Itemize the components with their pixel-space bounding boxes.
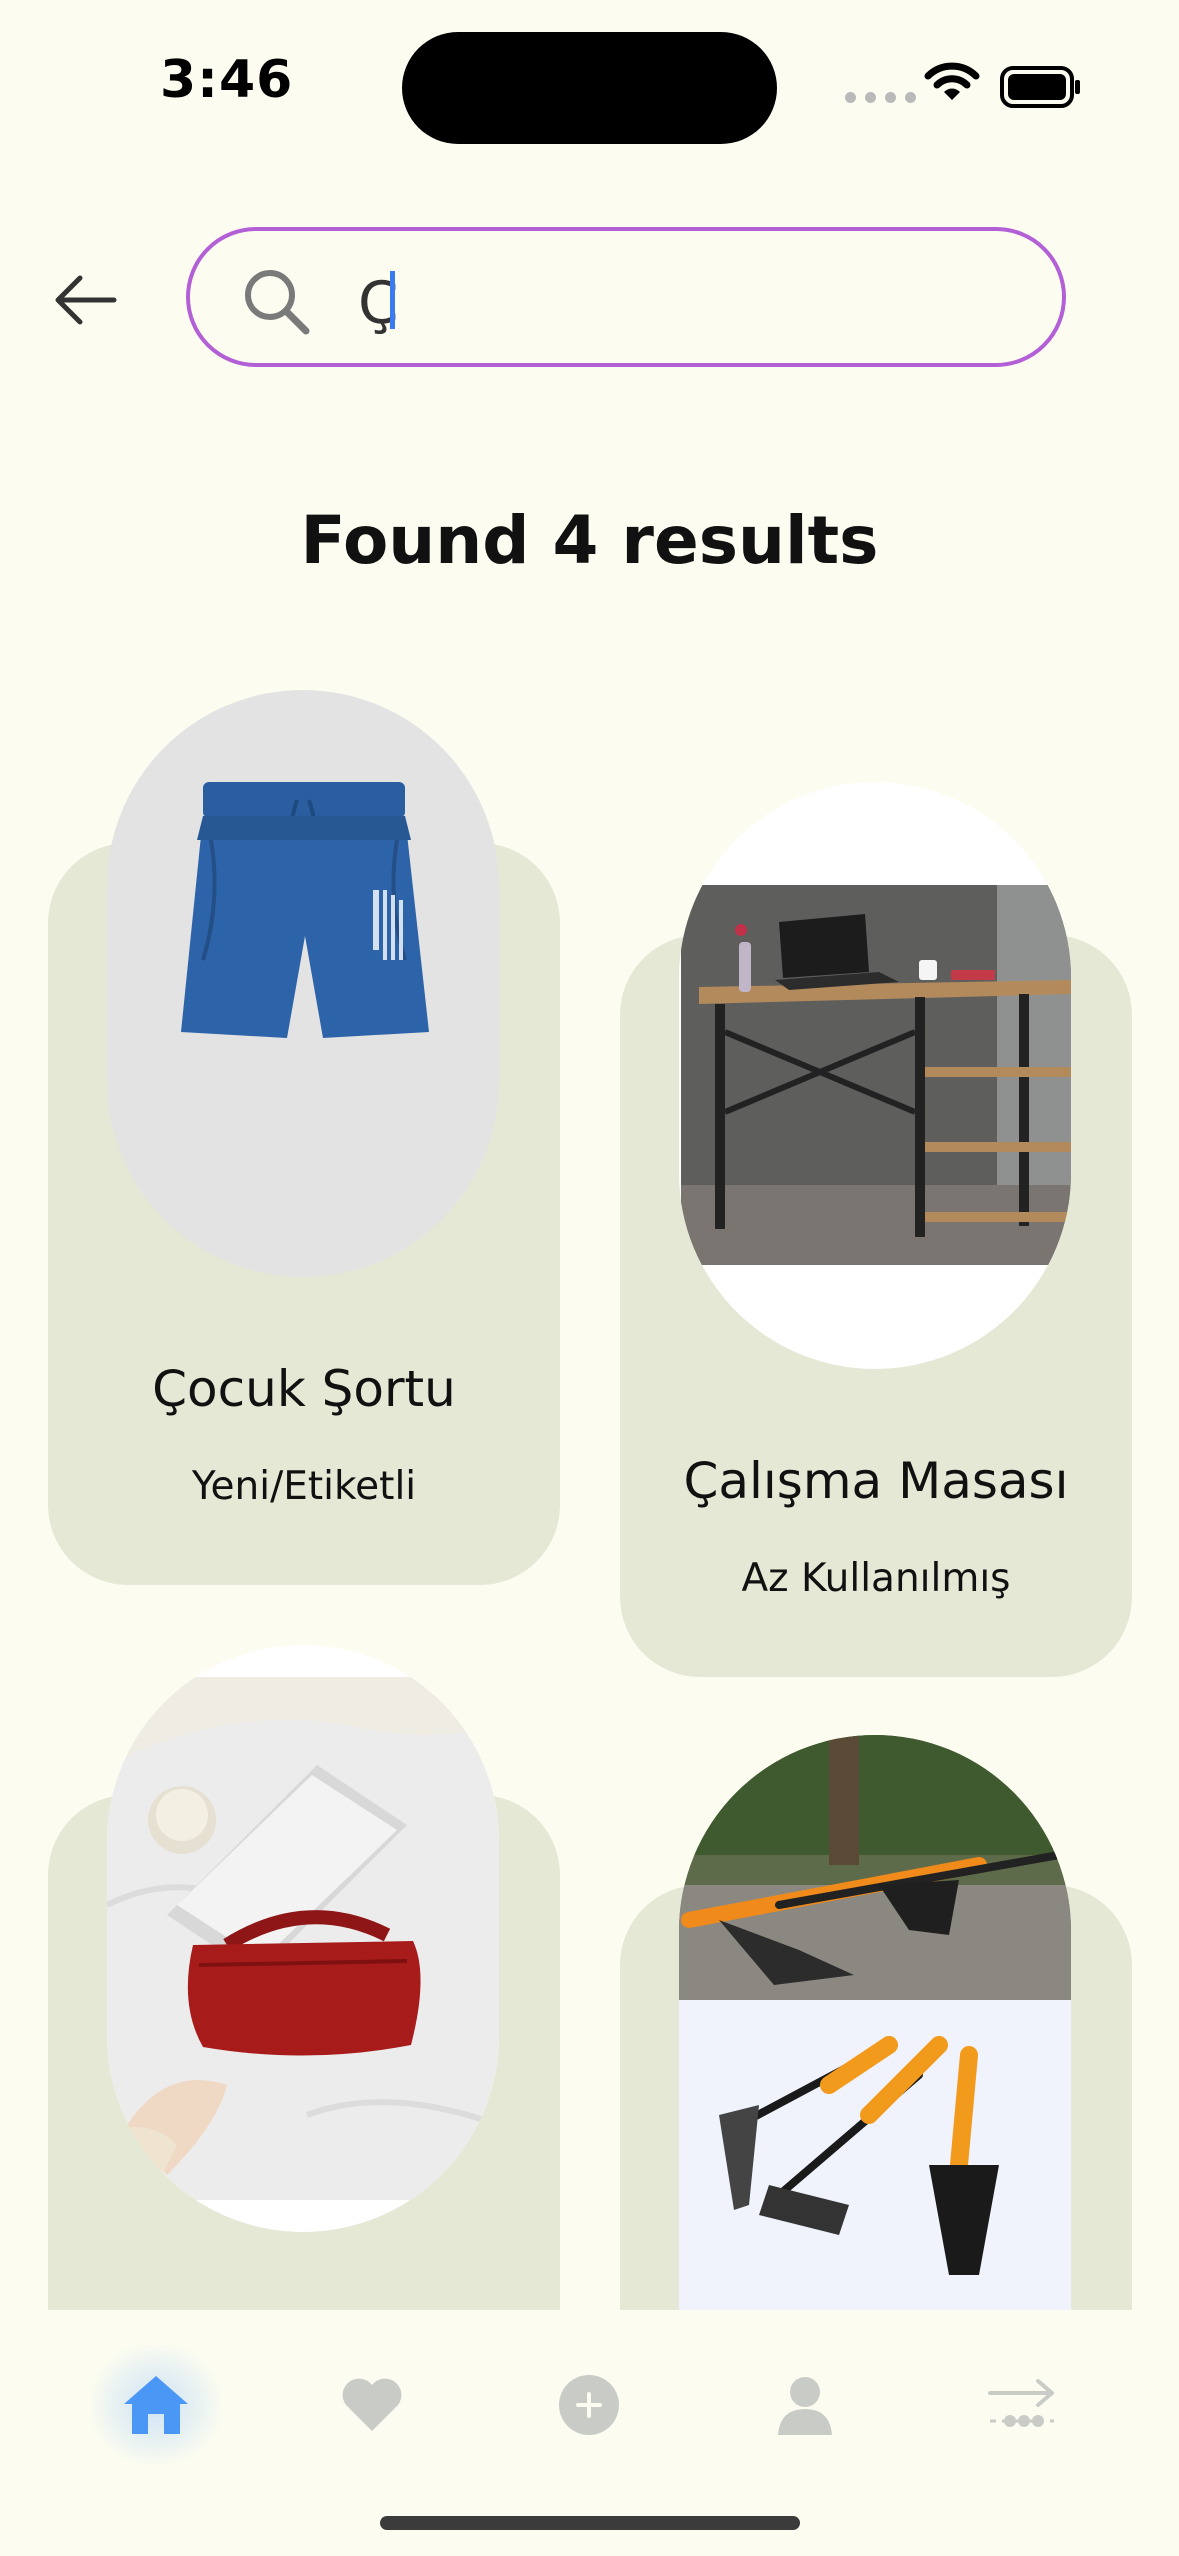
product-image-garden-tools — [679, 1735, 1071, 2310]
product-title: Çalışma Masası — [683, 1452, 1069, 1510]
product-title: Çocuk Şortu — [152, 1360, 456, 1418]
dynamic-island — [402, 32, 777, 144]
search-input[interactable]: Ç — [186, 227, 1066, 367]
product-image-blue-shorts — [107, 690, 499, 1277]
results-heading: Found 4 results — [300, 502, 879, 579]
battery-icon — [1000, 66, 1082, 112]
cellular-signal-icon — [845, 92, 916, 103]
home-icon — [124, 2376, 188, 2434]
nav-favorites[interactable] — [312, 2350, 432, 2460]
nav-logout[interactable] — [962, 2350, 1082, 2460]
product-condition: Yeni/Etiketli — [191, 1464, 417, 1509]
nav-home[interactable] — [91, 2345, 221, 2465]
back-arrow-icon[interactable] — [50, 264, 122, 336]
logout-icon — [988, 2379, 1054, 2427]
home-indicator — [380, 2516, 800, 2530]
nav-profile[interactable] — [745, 2350, 865, 2460]
product-image-work-desk — [679, 782, 1071, 1369]
product-image-red-handbag — [107, 1645, 499, 2232]
wifi-icon — [924, 60, 980, 108]
search-icon — [240, 265, 312, 341]
heart-icon — [342, 2378, 402, 2431]
user-icon — [778, 2377, 832, 2435]
product-condition: Az Kullanılmış — [741, 1556, 1011, 1601]
nav-add[interactable] — [529, 2350, 649, 2460]
text-caret — [390, 271, 395, 329]
plus-icon — [559, 2375, 619, 2435]
status-time: 3:46 — [160, 50, 294, 110]
